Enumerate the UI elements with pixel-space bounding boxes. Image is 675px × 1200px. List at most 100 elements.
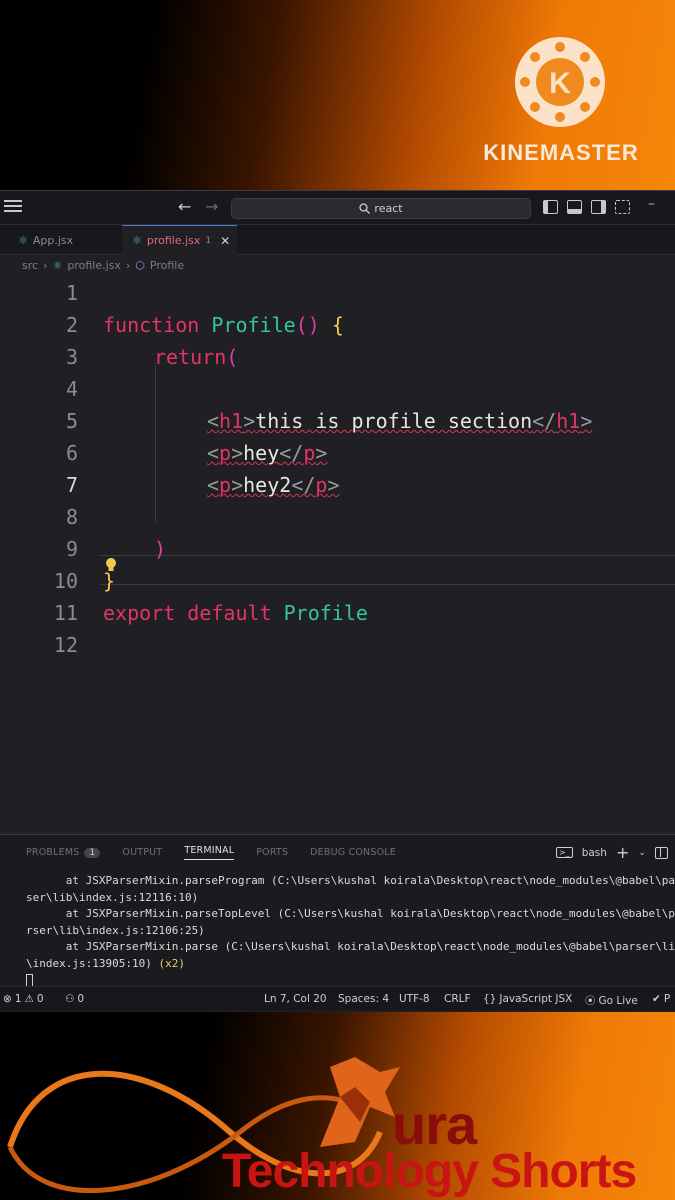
code-content: return(: [154, 345, 238, 369]
angle-bracket: <: [207, 473, 220, 497]
toggle-primary-sidebar-icon[interactable]: [543, 200, 558, 214]
minimize-icon[interactable]: –: [648, 196, 655, 212]
search-text: react: [374, 202, 403, 215]
jsx-text: this is profile section: [255, 409, 533, 433]
forward-arrow-icon[interactable]: →: [205, 197, 218, 216]
toggle-secondary-sidebar-icon[interactable]: [591, 200, 606, 214]
brace: }: [103, 569, 116, 593]
prettier-status[interactable]: ✔ P: [652, 993, 670, 1005]
breadcrumb-file[interactable]: profile.jsx: [67, 259, 121, 272]
bottom-panel: PROBLEMS 1 OUTPUT TERMINAL PORTS DEBUG CO…: [0, 834, 675, 989]
angle-bracket: >: [243, 409, 256, 433]
keyword: default: [187, 601, 272, 625]
warning-count: 0: [36, 993, 44, 1005]
broadcast-icon: ⦿: [585, 995, 596, 1007]
search-icon: [359, 203, 371, 214]
tab-profile-jsx[interactable]: ⚛ profile.jsx 1 ✕: [122, 225, 237, 255]
parens: (): [295, 313, 320, 337]
double-check-icon: ✔: [652, 993, 661, 1005]
symbol-component-icon: ⬡: [135, 259, 145, 272]
chevron-down-icon[interactable]: ⌄: [638, 848, 646, 858]
angle-bracket: >: [231, 441, 244, 465]
angle-bracket: <: [207, 441, 220, 465]
angle-bracket: <: [207, 409, 220, 433]
breadcrumb: src › ⚛ profile.jsx › ⬡ Profile: [22, 259, 184, 272]
tab-terminal[interactable]: TERMINAL: [184, 845, 235, 860]
breadcrumb-src[interactable]: src: [22, 259, 38, 272]
code-editor[interactable]: 1 2 function Profile() { 3 return( 4 5 <…: [0, 277, 675, 827]
error-icon: ⊗: [3, 993, 12, 1005]
close-icon[interactable]: ✕: [220, 234, 230, 248]
problems-status[interactable]: ⊗ 1 ⚠ 0: [3, 993, 44, 1005]
ports-count: 0: [77, 993, 85, 1005]
code-content: function Profile() {: [103, 313, 344, 337]
tab-label: PROBLEMS: [26, 847, 80, 858]
tab-debug-console[interactable]: DEBUG CONSOLE: [310, 847, 396, 858]
shell-name[interactable]: bash: [582, 847, 607, 859]
hamburger-menu-icon[interactable]: [4, 200, 22, 214]
ports-status[interactable]: ⚇ 0: [65, 993, 84, 1005]
brace: {: [331, 313, 344, 337]
code-content: export default Profile: [103, 601, 368, 625]
braces-icon: {}: [483, 993, 497, 1005]
terminal-actions: >_ bash + ⌄ …: [556, 843, 675, 862]
terminal-shell-icon: >_: [556, 847, 573, 858]
toggle-panel-icon[interactable]: [567, 200, 582, 214]
tab-ports[interactable]: PORTS: [256, 847, 288, 858]
angle-bracket: >: [315, 441, 328, 465]
jsx-text: hey: [243, 441, 280, 465]
terminal-line: \index.js:13905:10) (x2): [26, 956, 675, 973]
code-line: 8: [0, 501, 675, 533]
angle-bracket: </: [532, 409, 557, 433]
code-line: 2 function Profile() {: [0, 309, 675, 341]
code-content: <h1>this is profile section</h1>: [207, 409, 592, 433]
new-terminal-icon[interactable]: +: [616, 843, 629, 862]
code-content: }: [103, 569, 115, 593]
split-terminal-icon[interactable]: [654, 846, 668, 859]
title-bar: ← → react –: [0, 191, 675, 225]
angle-bracket: </: [291, 473, 316, 497]
jsx-tag: p: [219, 473, 232, 497]
terminal-line: ser\lib\index.js:12116:10): [26, 890, 199, 904]
customize-layout-icon[interactable]: [615, 200, 630, 214]
function-name: Profile: [211, 313, 296, 337]
jsx-tag: h1: [556, 409, 581, 433]
breadcrumb-symbol[interactable]: Profile: [150, 259, 184, 272]
kinemaster-wordmark: KINEMASTER: [483, 140, 639, 165]
terminal-output[interactable]: at JSXParserMixin.parseProgram (C:\Users…: [26, 873, 675, 989]
indentation-status[interactable]: Spaces: 4: [338, 993, 389, 1005]
tab-problems[interactable]: PROBLEMS 1: [26, 847, 101, 858]
jsx-tag: h1: [219, 409, 244, 433]
tab-output[interactable]: OUTPUT: [122, 847, 162, 858]
code-line: 12: [0, 629, 675, 661]
eol-status[interactable]: CRLF: [444, 993, 471, 1005]
back-arrow-icon[interactable]: ←: [178, 197, 191, 216]
jsx-tag: p: [219, 441, 232, 465]
angle-bracket: >: [327, 473, 340, 497]
editor-tab-bar: ⚛ App.jsx ⚛ profile.jsx 1 ✕: [0, 225, 675, 255]
broadcast-icon: ⚇: [65, 993, 75, 1005]
code-line: 4: [0, 373, 675, 405]
go-live-button[interactable]: ⦿ Go Live: [585, 993, 638, 1008]
error-count: 1: [14, 993, 22, 1005]
language-label: JavaScript JSX: [499, 993, 573, 1005]
encoding-status[interactable]: UTF-8: [399, 993, 430, 1005]
language-mode[interactable]: {} JavaScript JSX: [483, 993, 572, 1005]
keyword: function: [103, 313, 200, 337]
problems-count-badge: 1: [84, 848, 101, 858]
cursor-position[interactable]: Ln 7, Col 20: [264, 993, 327, 1005]
angle-bracket: >: [231, 473, 244, 497]
command-search-box[interactable]: react: [231, 198, 531, 219]
jsx-tag: p: [315, 473, 328, 497]
paren: (: [226, 345, 239, 369]
terminal-line: at JSXParserMixin.parseTopLevel (C:\User…: [26, 907, 675, 920]
tab-app-jsx[interactable]: ⚛ App.jsx: [18, 225, 73, 255]
svg-text:K: K: [549, 67, 571, 100]
line-number: 6: [65, 441, 78, 465]
line-number: 8: [65, 505, 78, 529]
warning-icon: ⚠: [24, 993, 34, 1005]
react-file-icon: ⚛: [132, 234, 142, 247]
code-line: 5 <h1>this is profile section</h1>: [0, 405, 675, 437]
terminal-line: at JSXParserMixin.parseProgram (C:\Users…: [26, 874, 675, 887]
terminal-text: at JSXParserMixin.parse (C:\Users\kushal…: [26, 940, 675, 953]
